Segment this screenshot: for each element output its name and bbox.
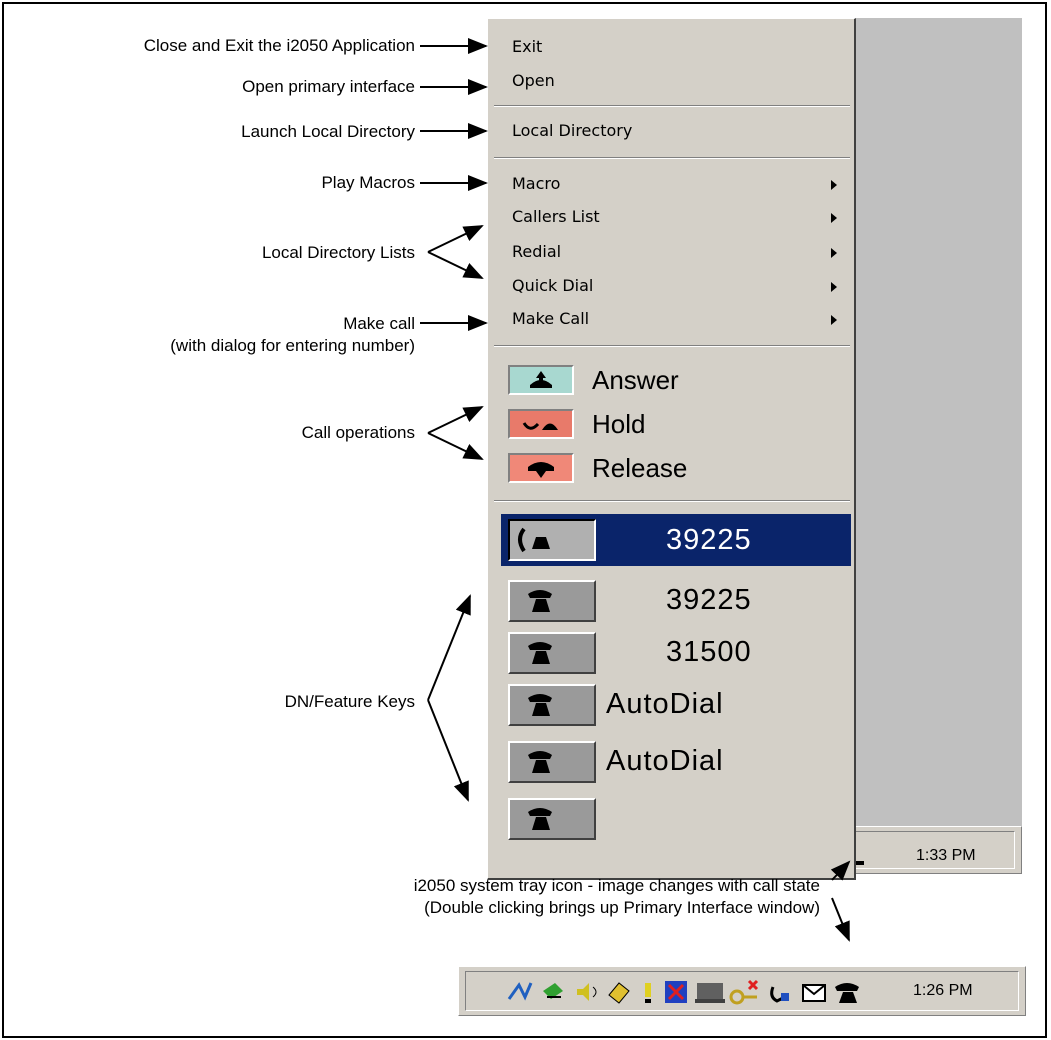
- callout-arrows: [420, 38, 851, 942]
